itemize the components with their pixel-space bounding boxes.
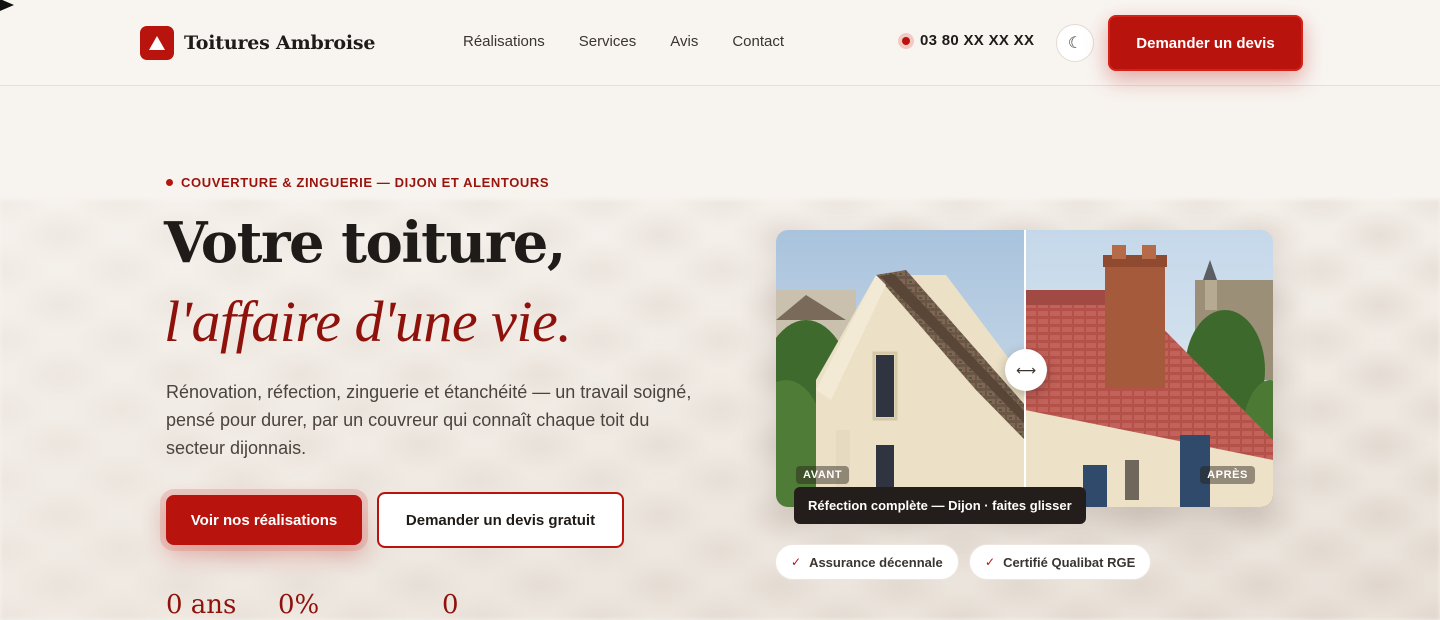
before-after-slider[interactable]: AVANT APRÈS ⟷	[776, 230, 1273, 507]
theme-toggle-button[interactable]: ☾	[1056, 24, 1094, 62]
badge-label: Assurance décennale	[809, 554, 943, 570]
brand-name: Toitures Ambroise	[184, 32, 376, 54]
hero-title: Votre toiture,	[164, 210, 566, 276]
moon-icon: ☾	[1067, 35, 1083, 52]
slider-handle[interactable]: ⟷	[1005, 349, 1047, 391]
badge-qualibat: ✓ Certifié Qualibat RGE	[969, 544, 1152, 580]
cursor-arrow-icon	[0, 0, 14, 11]
header-quote-button[interactable]: Demander un devis	[1108, 15, 1303, 71]
eyebrow-text: COUVERTURE & ZINGUERIE — DIJON ET ALENTO…	[181, 175, 550, 190]
nav-link-avis[interactable]: Avis	[670, 33, 698, 50]
eyebrow-dot-icon	[166, 179, 173, 186]
nav-link-contact[interactable]: Contact	[732, 33, 784, 50]
brand-logo-link[interactable]: Toitures Ambroise	[140, 26, 375, 60]
hero-lead: Rénovation, réfection, zinguerie et étan…	[166, 382, 692, 458]
after-image: APRÈS	[1025, 230, 1273, 507]
stat-percent: 0%	[278, 590, 320, 620]
check-icon: ✓	[791, 555, 802, 569]
nav-link-services[interactable]: Services	[579, 33, 637, 50]
hero-eyebrow: COUVERTURE & ZINGUERIE — DIJON ET ALENTO…	[166, 175, 549, 190]
stat-count: 0	[442, 590, 459, 620]
drag-arrows-icon: ⟷	[1015, 361, 1037, 378]
phone-link[interactable]: 03 80 XX XX XX	[898, 32, 1034, 49]
before-image: AVANT	[776, 230, 1025, 507]
hero-title-accent: l'affaire d'une vie.	[164, 289, 572, 354]
badge-label: Certifié Qualibat RGE	[1003, 554, 1136, 570]
stat-years: 0 ans	[166, 590, 237, 620]
check-icon: ✓	[985, 555, 996, 569]
phone-number: 03 80 XX XX XX	[920, 32, 1035, 49]
site-header: Toitures Ambroise Réalisations Services …	[0, 0, 1440, 86]
badge-decennial: ✓ Assurance décennale	[775, 544, 959, 580]
before-label: AVANT	[796, 466, 850, 484]
after-label: APRÈS	[1200, 466, 1255, 484]
nav-link-realisations[interactable]: Réalisations	[463, 33, 545, 50]
roof-triangle-icon	[140, 26, 174, 60]
free-quote-button[interactable]: Demander un devis gratuit	[377, 492, 624, 548]
status-dot-icon	[898, 32, 914, 49]
main-nav: Réalisations Services Avis Contact	[463, 33, 784, 50]
comparison-caption: Réfection complète — Dijon · faites glis…	[794, 487, 1086, 524]
view-projects-button[interactable]: Voir nos réalisations	[166, 495, 362, 545]
